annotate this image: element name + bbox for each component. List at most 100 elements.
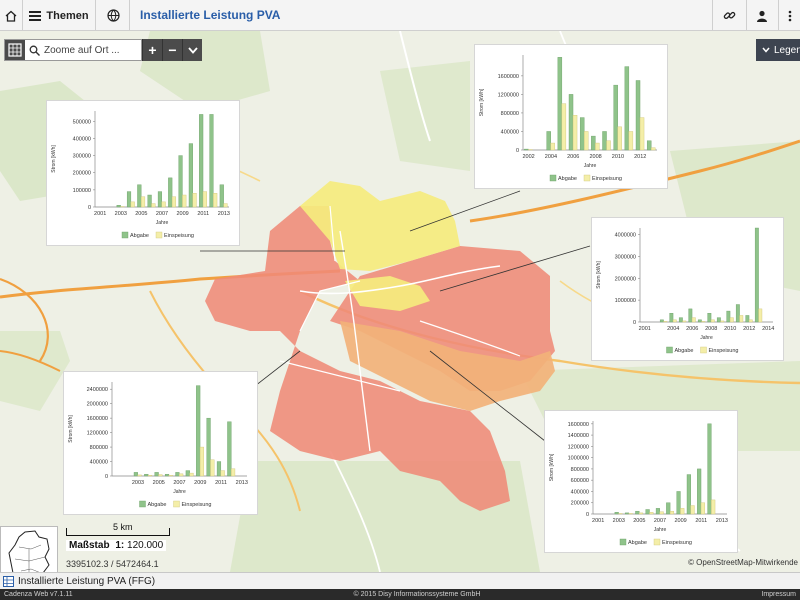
overview-map[interactable]	[0, 526, 58, 572]
bar-einspeisung	[202, 191, 207, 208]
x-tick-label: 2003	[115, 211, 127, 217]
legend-swatch-einspeisung	[173, 500, 180, 508]
y-tick-label: 400000	[571, 489, 589, 495]
bar-abgabe	[199, 114, 204, 208]
y-tick-label: 2000000	[87, 402, 108, 408]
bar-einspeisung	[583, 131, 589, 151]
map-view[interactable]: Zoome auf Ort ... + − Legende Strom [kWh…	[0, 31, 800, 572]
search-placeholder: Zoome auf Ort ...	[44, 44, 120, 56]
top-toolbar: Themen Installierte Leistung PVA	[0, 0, 800, 31]
coordinates-readout: 3395102.3 / 5472464.1	[66, 559, 159, 569]
bar-abgabe	[635, 80, 641, 151]
y-axis-label: Strom [kWh]	[596, 261, 602, 289]
expand-controls-button[interactable]	[182, 39, 202, 61]
bar-einspeisung	[729, 317, 734, 323]
bar-abgabe	[144, 473, 149, 477]
zoom-out-button[interactable]: −	[162, 39, 182, 61]
legend-label-abgabe: Abgabe	[148, 502, 167, 508]
bar-abgabe	[678, 317, 683, 323]
globe-icon	[106, 9, 120, 22]
x-tick-label: 2007	[654, 518, 666, 524]
legend-label-einspeisung: Einspeisung	[592, 176, 622, 182]
bar-einspeisung	[171, 196, 177, 208]
table-icon	[3, 575, 14, 587]
y-tick-label: 1200000	[498, 92, 519, 98]
x-tick-label: 2011	[695, 518, 707, 524]
bar-abgabe	[646, 140, 652, 151]
bar-abgabe	[697, 319, 702, 323]
x-tick-label: 2011	[215, 480, 227, 486]
bar-abgabe	[206, 417, 211, 477]
bar-einspeisung	[223, 203, 228, 208]
imprint-link[interactable]: Impressum	[761, 591, 796, 598]
x-tick-label: 2005	[135, 211, 147, 217]
more-vertical-icon	[788, 10, 792, 21]
more-options-button[interactable]	[780, 0, 800, 31]
bar-einspeisung	[638, 512, 644, 515]
bar-abgabe	[624, 66, 630, 151]
bar-einspeisung	[595, 142, 600, 151]
x-tick-label: 2009	[194, 480, 206, 486]
location-search-input[interactable]: Zoome auf Ort ...	[4, 39, 142, 61]
bar-abgabe	[645, 509, 650, 515]
layers-icon[interactable]	[5, 40, 25, 60]
bar-einspeisung	[606, 140, 611, 151]
bar-abgabe	[185, 470, 190, 477]
layer-label: Installierte Leistung PVA (FFG)	[18, 575, 156, 587]
bar-abgabe	[168, 177, 173, 208]
y-axis-label: Strom [kWh]	[479, 88, 485, 116]
link-button[interactable]	[714, 0, 744, 31]
x-tick-label: 2006	[567, 154, 579, 160]
x-tick-label: 2010	[724, 326, 736, 332]
bar-einspeisung	[147, 475, 153, 477]
bar-abgabe	[137, 184, 142, 208]
y-tick-label: 1200000	[87, 431, 108, 437]
y-tick-label: 600000	[571, 478, 589, 484]
x-tick-label: 2007	[173, 480, 185, 486]
bar-abgabe	[209, 114, 214, 208]
scale-widget: 5 km Maßstab 1: 120.000	[66, 522, 170, 551]
bar-abgabe	[188, 143, 193, 208]
bar-einspeisung	[161, 201, 166, 208]
bar-einspeisung	[182, 194, 187, 208]
x-axis-label: Jahre	[584, 163, 597, 169]
zoom-in-button[interactable]: +	[142, 39, 162, 61]
bar-abgabe	[688, 308, 693, 323]
bar-einspeisung	[189, 472, 194, 477]
bar-einspeisung	[618, 513, 623, 515]
link-icon	[723, 11, 735, 20]
status-bar: Cadenza Web v7.1.11 © 2015 Disy Informat…	[0, 589, 800, 600]
x-tick-label: 2005	[633, 518, 645, 524]
y-tick-label: 2000000	[615, 276, 636, 282]
legend-swatch-abgabe	[619, 538, 627, 546]
map-copyright: © OpenStreetMap-Mitwirkende	[688, 558, 798, 567]
layer-bar: Installierte Leistung PVA (FFG)	[0, 572, 800, 589]
bar-abgabe	[126, 191, 132, 208]
y-axis-label: Strom [kWh]	[51, 145, 57, 173]
bar-einspeisung	[680, 508, 685, 515]
layer-tab[interactable]: Installierte Leistung PVA (FFG)	[0, 575, 156, 587]
chevron-down-icon	[762, 47, 770, 53]
home-button[interactable]	[0, 0, 22, 31]
globe-button[interactable]	[98, 0, 128, 31]
x-tick-label: 2014	[762, 326, 774, 332]
x-tick-label: 2007	[156, 211, 168, 217]
themes-button[interactable]: Themen	[26, 0, 92, 31]
bar-abgabe	[227, 421, 232, 477]
legend-button[interactable]: Legende	[756, 39, 800, 61]
y-tick-label: 1000000	[568, 456, 589, 462]
bar-abgabe	[707, 423, 712, 515]
y-tick-label: 4000000	[615, 233, 636, 239]
x-tick-label: 2003	[132, 480, 144, 486]
bar-abgabe	[735, 304, 740, 323]
bar-einspeisung	[710, 319, 715, 323]
bar-einspeisung	[561, 103, 567, 151]
bar-abgabe	[707, 313, 712, 323]
chart-panel-1: Strom [kWh] 0 100000 200000 300000 400000 5000…	[46, 100, 240, 246]
y-tick-label: 400000	[90, 460, 108, 466]
bar-einspeisung	[550, 142, 555, 151]
legend-label-abgabe: Abgabe	[558, 176, 577, 182]
user-button[interactable]	[748, 0, 776, 31]
bar-einspeisung	[168, 475, 173, 477]
y-tick-label: 1400000	[568, 433, 589, 439]
